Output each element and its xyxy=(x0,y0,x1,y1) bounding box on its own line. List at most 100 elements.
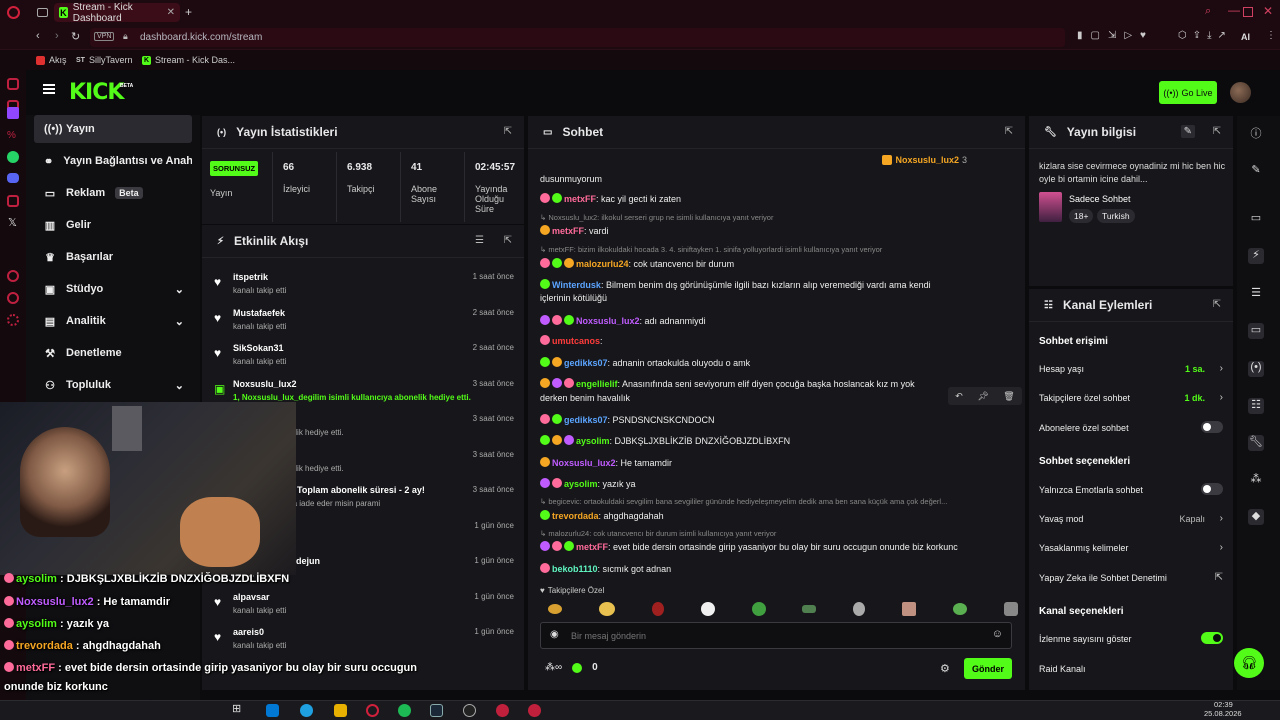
ai-moderation-row[interactable]: Yapay Zeka ile Sohbet Denetimi ⇱ xyxy=(1039,572,1223,583)
opera-logo-icon[interactable] xyxy=(7,6,20,19)
wrench-icon[interactable]: 🔧︎ xyxy=(1248,435,1264,451)
chat-username[interactable]: gedikks07 xyxy=(564,358,608,368)
edit-icon[interactable]: ✎ xyxy=(1180,125,1195,138)
avatar[interactable] xyxy=(1230,82,1251,103)
chat-message[interactable]: metxFF: kac yil gecti ki zaten xyxy=(540,193,681,204)
layout-icon[interactable]: ▭ xyxy=(1248,211,1264,227)
users-icon[interactable]: ⁂∞ xyxy=(545,662,562,673)
chat-message[interactable]: metxFF: vardi xyxy=(540,225,609,236)
start-icon[interactable]: ⊞ xyxy=(232,702,245,715)
chat-message[interactable]: Noxsuslu_lux2: adı adnanmiydi xyxy=(540,315,706,326)
filter-icon[interactable]: ☰ xyxy=(475,235,484,246)
bookmark-kick[interactable]: K Stream - Kick Das... xyxy=(142,55,235,65)
chat-username[interactable]: metxFF xyxy=(576,542,608,552)
sidebar-item-studio[interactable]: ▣ Stüdyo ⌄ xyxy=(34,275,192,303)
messenger-icon[interactable]: % xyxy=(7,130,16,141)
aria-icon[interactable] xyxy=(7,78,19,90)
chat-message[interactable]: gedikks07: adnanin ortaokulda oluyodu o … xyxy=(540,357,750,368)
reply-icon[interactable]: ↶ xyxy=(955,391,963,402)
show-viewers-toggle[interactable] xyxy=(1201,632,1223,644)
spotify-icon[interactable] xyxy=(398,704,411,717)
whatsapp-icon[interactable] xyxy=(7,151,19,163)
raid-row[interactable]: Raid Kanalı xyxy=(1039,664,1223,674)
info-icon[interactable]: ⓘ xyxy=(1248,125,1264,141)
emote-icon[interactable] xyxy=(598,602,615,616)
discord-icon[interactable] xyxy=(7,173,19,183)
users-icon[interactable]: ⁂ xyxy=(1248,472,1264,488)
forward-icon[interactable]: › xyxy=(55,30,59,42)
new-tab-button[interactable]: + xyxy=(185,5,192,19)
history-icon[interactable] xyxy=(7,270,19,282)
chat-username[interactable]: umutcanos xyxy=(552,336,600,346)
browser-tab[interactable]: K Stream - Kick Dashboard ✕ xyxy=(54,2,180,24)
pin-icon[interactable]: 📌︎ xyxy=(977,391,988,402)
sidebar-item-ads[interactable]: ▭ Reklam Beta xyxy=(34,179,192,207)
chat-icon[interactable]: ▭ xyxy=(1248,323,1264,339)
sidebar-item-revenue[interactable]: ▥ Gelir xyxy=(34,211,192,239)
chat-message[interactable]: gedikks07: PSNDSNCNSKCNDOCN xyxy=(540,414,715,425)
vpn-badge[interactable]: VPN xyxy=(94,32,115,41)
chat-username[interactable]: malozurlu24 xyxy=(576,259,629,269)
tab-close-icon[interactable]: ✕ xyxy=(167,7,175,18)
search-tabs-icon[interactable]: ⌕ xyxy=(1205,5,1211,18)
popout-icon[interactable]: ⇱ xyxy=(1213,299,1221,310)
emote-icon[interactable] xyxy=(953,603,967,615)
menu-dots-icon[interactable]: ⋮ xyxy=(1266,30,1276,41)
broadcast-icon[interactable]: (•) xyxy=(1248,361,1264,377)
chat-username[interactable]: metxFF xyxy=(552,226,584,236)
emote-icon[interactable] xyxy=(651,602,664,616)
chat-input-box[interactable]: ◉ ☺ xyxy=(540,622,1012,649)
sidebar-item-moderation[interactable]: ⚒ Denetleme xyxy=(34,339,192,367)
app3-icon[interactable] xyxy=(528,704,541,717)
emote-icon[interactable] xyxy=(751,602,766,616)
popout-icon[interactable]: ⇱ xyxy=(504,235,512,246)
server-icon[interactable]: ☷ xyxy=(1248,398,1264,414)
chat-message[interactable]: bekob1110: sıcmık got adnan xyxy=(540,563,671,574)
lock-icon[interactable]: 🔒︎ xyxy=(123,31,128,42)
chat-input[interactable] xyxy=(571,628,971,644)
account-age-row[interactable]: Hesap yaşı 1 sa. › xyxy=(1039,363,1223,374)
close-window-button[interactable]: ✕ xyxy=(1263,4,1273,18)
chat-message[interactable]: içlerinin kötülüğü xyxy=(540,293,607,303)
game-icon[interactable] xyxy=(463,704,476,717)
clock-date[interactable]: 25.08.2026 xyxy=(1204,709,1242,718)
x-icon[interactable]: 𝕏 xyxy=(8,216,17,229)
chat-username[interactable]: aysolim xyxy=(564,479,598,489)
emote-icon[interactable] xyxy=(902,602,917,616)
emote-icon[interactable] xyxy=(853,602,866,616)
chat-message[interactable]: metxFF: evet bide dersin ortasinde girip… xyxy=(540,541,958,552)
chat-message[interactable]: derken benim havalılık xyxy=(540,393,630,403)
hamburger-menu-icon[interactable] xyxy=(43,84,55,94)
twitch-icon[interactable] xyxy=(7,107,19,119)
banned-words-row[interactable]: Yasaklanmış kelimeler › xyxy=(1039,542,1223,553)
settings-icon[interactable] xyxy=(7,314,19,326)
emote-icon[interactable] xyxy=(802,605,817,613)
edge-icon[interactable] xyxy=(300,704,313,717)
maximize-button[interactable] xyxy=(1243,7,1253,17)
bookmark-akis[interactable]: Akış xyxy=(36,55,67,65)
emote-icon[interactable] xyxy=(700,602,715,616)
chat-message[interactable]: dusunmuyorum xyxy=(540,174,602,184)
emotes-only-toggle[interactable] xyxy=(1201,483,1223,495)
tag-18[interactable]: 18+ xyxy=(1069,209,1094,223)
extension-icons[interactable]: ▮▢⇲▷♥ xyxy=(1077,30,1154,41)
chat-username[interactable]: Winterdusk xyxy=(552,280,601,290)
chat-username[interactable]: Noxsuslu_lux2 xyxy=(576,316,640,326)
chat-message[interactable]: engellielif: Anasınıfında seni seviyorum… xyxy=(540,378,915,389)
category-name[interactable]: Sadece Sohbet xyxy=(1069,194,1131,204)
shield-icon[interactable]: ◆ xyxy=(1248,509,1264,525)
chat-username[interactable]: aysolim xyxy=(576,436,610,446)
pencil-icon[interactable]: ✎ xyxy=(1248,163,1264,179)
minimize-button[interactable]: — xyxy=(1228,3,1240,17)
emote-icon[interactable] xyxy=(1003,602,1018,616)
chat-message[interactable]: malozurlu24: cok utancvencı bir durum xyxy=(540,258,734,269)
chat-username[interactable]: trevordada xyxy=(552,511,599,521)
url-input[interactable]: VPN 🔒︎ dashboard.kick.com/stream xyxy=(90,28,1065,47)
chat-username[interactable]: engellielif xyxy=(576,379,618,389)
sidebar-item-achievements[interactable]: ♛ Başarılar xyxy=(34,243,192,271)
subs-chat-toggle[interactable] xyxy=(1201,421,1223,433)
chat-message[interactable]: trevordada: ahgdhagdahah xyxy=(540,510,664,521)
chat-username[interactable]: bekob1110 xyxy=(552,564,598,574)
chat-message[interactable]: Winterdusk: Bilmem benim dış görünüşümle… xyxy=(540,279,931,290)
delete-icon[interactable]: 🗑︎ xyxy=(1003,391,1014,402)
